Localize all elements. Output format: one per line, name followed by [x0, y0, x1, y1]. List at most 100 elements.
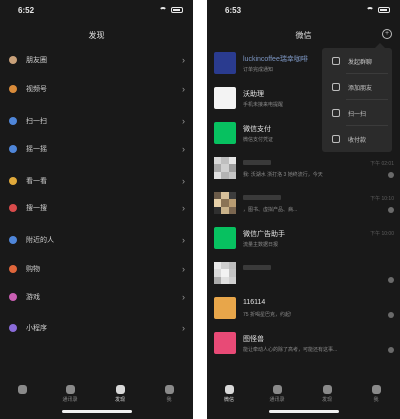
- people-nearby-icon: [9, 236, 17, 244]
- add-menu-button[interactable]: +: [382, 29, 392, 39]
- avatar: [214, 52, 236, 74]
- menu-item-label: 视频号: [26, 86, 47, 93]
- group-chat-icon: [332, 57, 340, 65]
- me-tab-icon: [371, 385, 381, 394]
- home-indicator: [61, 410, 132, 413]
- wifi-icon: [366, 7, 374, 13]
- status-bar: 6:52: [0, 0, 193, 20]
- chat-preview: 流量主数据日报: [243, 242, 279, 248]
- muted-unread-dot: [388, 347, 394, 353]
- muted-unread-dot: [388, 312, 394, 318]
- tab-contacts[interactable]: 通讯录: [263, 383, 291, 403]
- popup-item-add-friend[interactable]: 添加朋友: [322, 74, 392, 100]
- chat-preview: ，图书、虚拟产品、病...: [243, 207, 298, 213]
- chat-name: [243, 264, 271, 271]
- channels-icon: [9, 85, 17, 93]
- menu-item-label: 搜一搜: [26, 205, 47, 212]
- add-friend-icon: [332, 83, 340, 91]
- muted-unread-dot: [388, 207, 394, 213]
- menu-item-label: 附近的人: [26, 237, 54, 244]
- chat-row[interactable]: 图怪兽能让牵动人心的除了高考，可能还有这事...: [207, 329, 400, 362]
- redacted-name: [243, 264, 271, 270]
- chats-tab-icon: [17, 385, 27, 394]
- chevron-right-icon: ›: [182, 235, 185, 245]
- chat-preview: 能让牵动人心的除了高考，可能还有这事...: [243, 347, 338, 353]
- tab-chats[interactable]: 微信: [215, 383, 243, 403]
- menu-item-shake[interactable]: 摇一摇 ›: [0, 139, 193, 159]
- chat-name: luckincoffee瑞幸咖啡: [243, 56, 308, 63]
- chat-row[interactable]: ，图书、虚拟产品、病... 下午 10:10: [207, 189, 400, 222]
- avatar: [214, 122, 236, 144]
- chevron-right-icon: ›: [182, 84, 185, 94]
- chat-preview: 我: 沃湖水 浙打洛 3 她终流行，今天: [243, 172, 323, 178]
- search-icon: [9, 204, 17, 212]
- tab-me[interactable]: 我: [362, 383, 390, 403]
- tab-discover[interactable]: 发现: [106, 383, 134, 403]
- tab-contacts[interactable]: 通讯录: [56, 383, 84, 403]
- chat-row[interactable]: 微信广告助手 流量主数据日报 下午 10:00: [207, 224, 400, 257]
- page-title: 发现: [88, 31, 105, 40]
- menu-item-channels[interactable]: 视频号 ›: [0, 79, 193, 99]
- chat-row[interactable]: 116114 75 折喝星巴克，约起!: [207, 294, 400, 327]
- menu-item-label: 购物: [26, 266, 40, 273]
- status-bar: 6:53: [207, 0, 400, 20]
- me-tab-icon: [164, 385, 174, 394]
- money-icon: [332, 135, 340, 143]
- discover-tab-icon: [322, 385, 332, 394]
- redacted-name: [243, 159, 271, 165]
- scan-icon: [332, 109, 340, 117]
- avatar: [214, 332, 236, 354]
- popup-item-money[interactable]: 收付款: [322, 126, 392, 152]
- menu-item-label: 摇一摇: [26, 146, 47, 153]
- chat-name: [243, 194, 281, 201]
- menu-item-top-stories[interactable]: 看一看 ›: [0, 171, 193, 191]
- menu-item-label: 扫一扫: [26, 118, 47, 125]
- chevron-right-icon: ›: [182, 292, 185, 302]
- chevron-right-icon: ›: [182, 203, 185, 213]
- menu-item-mini-programs[interactable]: 小程序 ›: [0, 318, 193, 338]
- menu-item-people-nearby[interactable]: 附近的人 ›: [0, 230, 193, 250]
- discover-screen: 6:52 发现 朋友圈 › 视频号 › 扫一扫 › 摇一摇 › 看一看 › 搜一搜 › 附近的人 › 购物 ›…: [0, 0, 193, 419]
- chat-name: 微信广告助手: [243, 231, 285, 238]
- chat-name: 微信支付: [243, 126, 271, 133]
- tab-discover[interactable]: 发现: [313, 383, 341, 403]
- chats-screen: 6:53 微信 + luckincoffee瑞幸咖啡 订单完成通知 沃助理 手机未接来…: [207, 0, 400, 419]
- tab-me[interactable]: 我: [155, 383, 183, 403]
- chats-tab-icon: [224, 385, 234, 394]
- muted-unread-dot: [388, 172, 394, 178]
- shake-icon: [9, 145, 17, 153]
- status-time: 6:53: [225, 6, 242, 15]
- menu-item-games[interactable]: 游戏 ›: [0, 287, 193, 307]
- menu-item-search[interactable]: 搜一搜 ›: [0, 198, 193, 218]
- chat-name: 沃助理: [243, 91, 264, 98]
- chat-time: 下午 10:00: [370, 231, 394, 237]
- add-popup-menu: 发起群聊 添加朋友 扫一扫 收付款: [322, 43, 392, 152]
- chat-name: 图怪兽: [243, 336, 264, 343]
- chat-preview: 手机未接来电提醒: [243, 102, 284, 108]
- chat-row[interactable]: 我: 沃湖水 浙打洛 3 她终流行，今天 下午 02:01: [207, 154, 400, 187]
- tab-chats[interactable]: [8, 383, 36, 396]
- chevron-right-icon: ›: [182, 55, 185, 65]
- menu-item-label: 小程序: [26, 325, 47, 332]
- shopping-icon: [9, 265, 17, 273]
- mini-programs-icon: [9, 324, 17, 332]
- popup-item-scan[interactable]: 扫一扫: [322, 100, 392, 126]
- menu-item-scan[interactable]: 扫一扫 ›: [0, 111, 193, 131]
- page-title: 微信: [295, 31, 312, 40]
- chat-preview: 75 折喝星巴克，约起!: [243, 312, 292, 318]
- menu-item-shopping[interactable]: 购物 ›: [0, 259, 193, 279]
- popup-item-group-chat[interactable]: 发起群聊: [322, 48, 392, 74]
- avatar: [214, 157, 236, 179]
- chevron-right-icon: ›: [182, 323, 185, 333]
- avatar: [214, 262, 236, 284]
- avatar: [214, 227, 236, 249]
- menu-item-moments[interactable]: 朋友圈 ›: [0, 50, 193, 70]
- chevron-right-icon: ›: [182, 176, 185, 186]
- chat-row[interactable]: [207, 259, 400, 292]
- redacted-name: [243, 194, 281, 200]
- menu-item-label: 朋友圈: [26, 57, 47, 64]
- contacts-tab-icon: [65, 385, 75, 394]
- chevron-right-icon: ›: [182, 116, 185, 126]
- status-time: 6:52: [18, 6, 35, 15]
- chat-name: [243, 159, 271, 166]
